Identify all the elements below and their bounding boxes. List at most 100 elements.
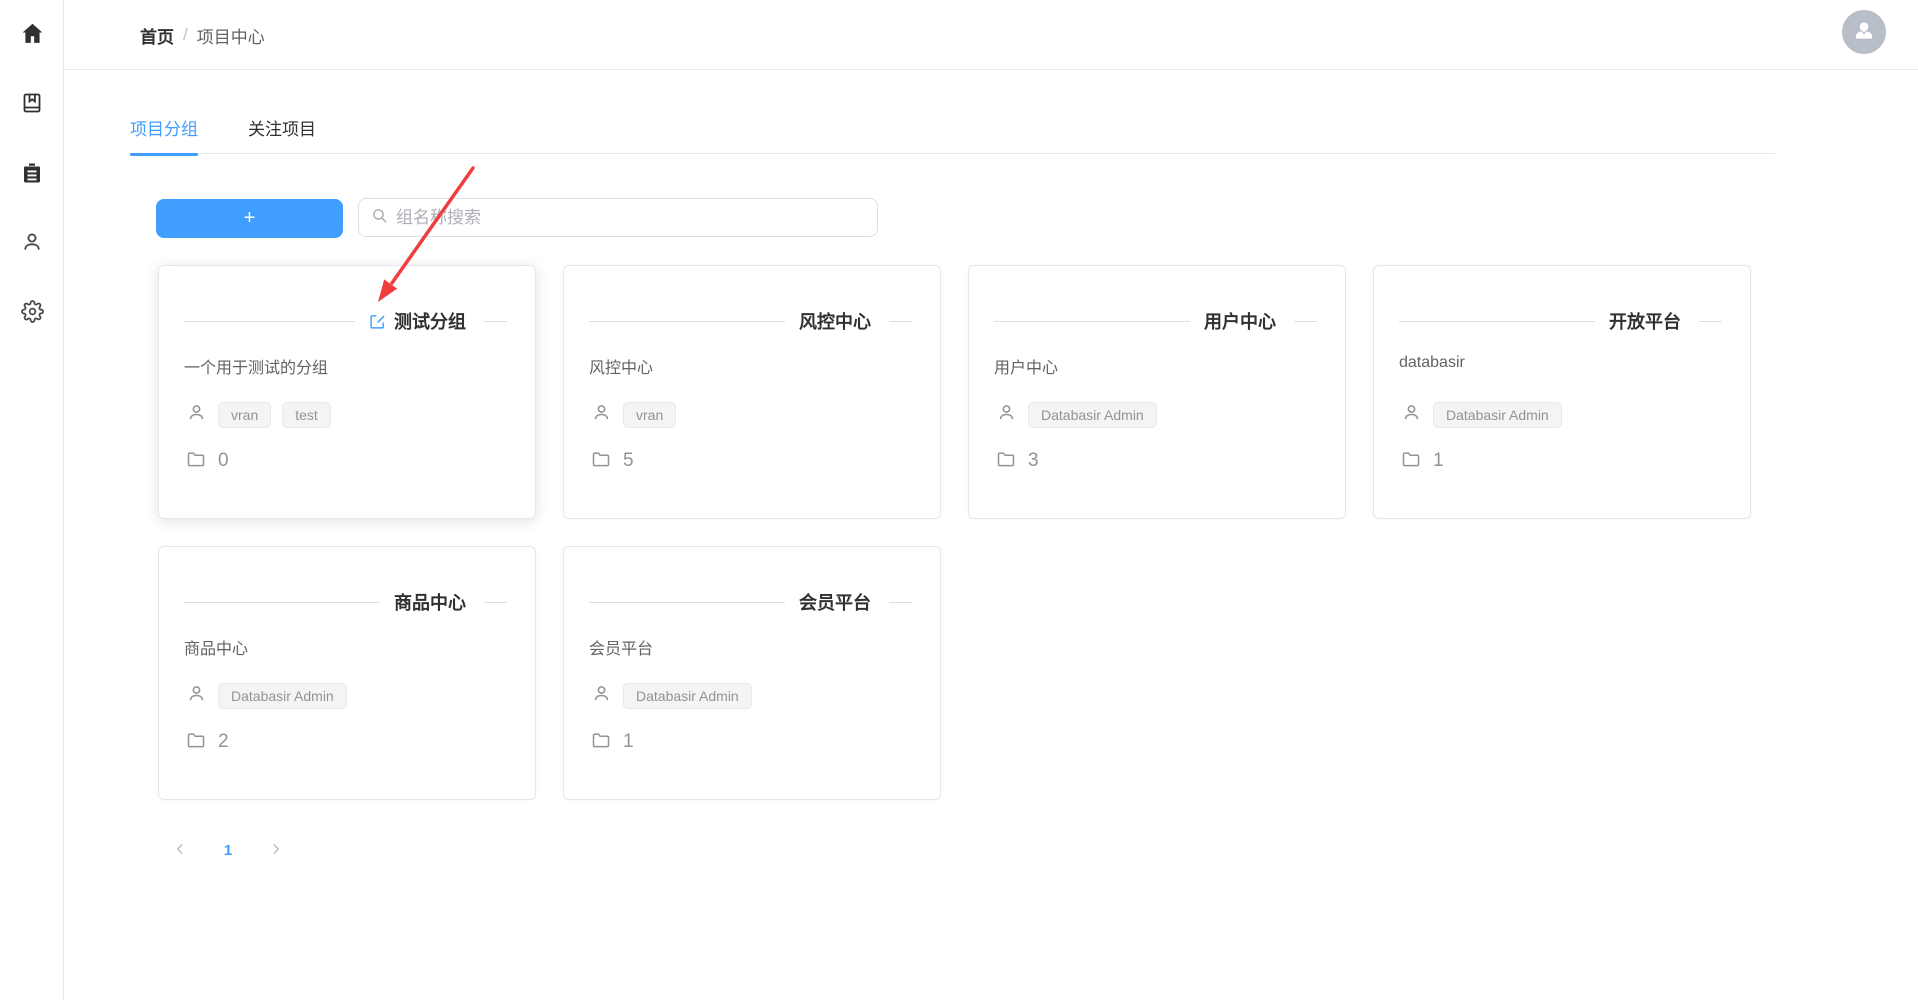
- group-count-row: 3: [996, 448, 1039, 474]
- home-icon: [20, 21, 45, 46]
- edit-group-icon[interactable]: [369, 313, 386, 330]
- sidebar-item-documents[interactable]: [0, 79, 64, 127]
- divider-line: [889, 602, 912, 603]
- group-count-row: 5: [591, 448, 634, 474]
- folder-icon: [186, 730, 206, 755]
- folder-icon: [996, 449, 1016, 474]
- project-count: 2: [218, 731, 229, 753]
- project-group-card[interactable]: 开放平台 databasir Databasir Admin 1: [1373, 265, 1751, 519]
- project-group-card[interactable]: 商品中心 商品中心 Databasir Admin 2: [158, 546, 536, 800]
- folder-icon: [1401, 449, 1421, 474]
- breadcrumb-separator: /: [183, 25, 188, 45]
- pagination-current-page: 1: [224, 842, 232, 859]
- group-count-row: 1: [591, 729, 634, 755]
- card-header: 开放平台: [1399, 304, 1722, 338]
- group-count-row: 2: [186, 729, 229, 755]
- member-tag[interactable]: vran: [218, 402, 271, 428]
- group-description: 会员平台: [589, 635, 653, 659]
- card-header: 会员平台: [589, 585, 912, 619]
- pagination-prev-button[interactable]: [164, 833, 196, 867]
- card-header: 商品中心: [184, 585, 507, 619]
- breadcrumb: 首页 / 项目中心: [140, 0, 265, 70]
- search-icon: [371, 207, 388, 229]
- group-search-box: [358, 198, 878, 237]
- sidebar-item-settings[interactable]: [0, 287, 64, 335]
- breadcrumb-current: 项目中心: [197, 23, 265, 48]
- divider-line: [484, 321, 507, 322]
- group-count-row: 1: [1401, 448, 1444, 474]
- main-content: 首页 / 项目中心 项目分组 关注项目 + 测试分组: [64, 0, 1918, 1000]
- project-count: 5: [623, 450, 634, 472]
- group-name: 商品中心: [394, 589, 466, 615]
- member-tag[interactable]: vran: [623, 402, 676, 428]
- project-group-grid: 测试分组 一个用于测试的分组 vran test 0 风: [158, 265, 1751, 800]
- project-count: 3: [1028, 450, 1039, 472]
- member-icon: [1401, 402, 1422, 428]
- group-description: 商品中心: [184, 635, 248, 659]
- tabbar: 项目分组 关注项目: [130, 101, 1775, 154]
- page-header: 首页 / 项目中心: [64, 0, 1918, 70]
- sidebar-item-home[interactable]: [0, 9, 64, 57]
- project-count: 1: [1433, 450, 1444, 472]
- group-description: 风控中心: [589, 354, 653, 378]
- divider-line: [484, 602, 507, 603]
- group-name: 风控中心: [799, 308, 871, 334]
- breadcrumb-home[interactable]: 首页: [140, 23, 174, 48]
- chevron-left-icon: [173, 842, 187, 859]
- group-name: 测试分组: [394, 308, 466, 334]
- member-icon: [591, 402, 612, 428]
- tab-project-groups[interactable]: 项目分组: [130, 101, 198, 154]
- divider-line: [1399, 321, 1595, 322]
- member-tag[interactable]: Databasir Admin: [218, 683, 347, 709]
- project-count: 0: [218, 450, 229, 472]
- group-search-input[interactable]: [396, 208, 865, 228]
- pagination-page-1[interactable]: 1: [212, 833, 244, 867]
- group-description: 用户中心: [994, 354, 1058, 378]
- member-icon: [591, 683, 612, 709]
- tab-followed-projects[interactable]: 关注项目: [248, 101, 316, 154]
- group-members-row: vran: [591, 401, 676, 429]
- sidebar-item-projects[interactable]: [0, 149, 64, 197]
- member-tag[interactable]: Databasir Admin: [1028, 402, 1157, 428]
- user-avatar[interactable]: [1842, 10, 1886, 54]
- member-icon: [186, 683, 207, 709]
- member-tag[interactable]: Databasir Admin: [1433, 402, 1562, 428]
- group-description: 一个用于测试的分组: [184, 354, 328, 378]
- project-group-card[interactable]: 风控中心 风控中心 vran 5: [563, 265, 941, 519]
- group-description: databasir: [1399, 354, 1465, 372]
- project-group-card[interactable]: 测试分组 一个用于测试的分组 vran test 0: [158, 265, 536, 519]
- sidebar-item-users[interactable]: [0, 218, 64, 266]
- member-icon: [186, 402, 207, 428]
- member-tag[interactable]: Databasir Admin: [623, 683, 752, 709]
- card-header: 风控中心: [589, 304, 912, 338]
- divider-line: [589, 602, 785, 603]
- group-members-row: Databasir Admin: [186, 682, 347, 710]
- divider-line: [184, 602, 380, 603]
- card-header: 用户中心: [994, 304, 1317, 338]
- add-group-button[interactable]: +: [156, 199, 343, 238]
- user-avatar-icon: [1851, 17, 1877, 48]
- group-name: 用户中心: [1204, 308, 1276, 334]
- divider-line: [889, 321, 912, 322]
- pagination-next-button[interactable]: [260, 833, 292, 867]
- project-group-card[interactable]: 会员平台 会员平台 Databasir Admin 1: [563, 546, 941, 800]
- divider-line: [589, 321, 785, 322]
- group-members-row: Databasir Admin: [996, 401, 1157, 429]
- member-tag[interactable]: test: [282, 402, 331, 428]
- divider-line: [1294, 321, 1317, 322]
- divider-line: [994, 321, 1190, 322]
- pagination: 1: [164, 833, 292, 867]
- notebook-icon: [20, 91, 44, 115]
- settings-icon: [21, 300, 44, 323]
- project-group-card[interactable]: 用户中心 用户中心 Databasir Admin 3: [968, 265, 1346, 519]
- group-members-row: Databasir Admin: [591, 682, 752, 710]
- group-name: 会员平台: [799, 589, 871, 615]
- chevron-right-icon: [269, 842, 283, 859]
- group-members-row: vran test: [186, 401, 331, 429]
- group-members-row: Databasir Admin: [1401, 401, 1562, 429]
- user-icon: [20, 230, 44, 254]
- divider-line: [184, 321, 355, 322]
- folder-icon: [186, 449, 206, 474]
- project-count: 1: [623, 731, 634, 753]
- group-name: 开放平台: [1609, 308, 1681, 334]
